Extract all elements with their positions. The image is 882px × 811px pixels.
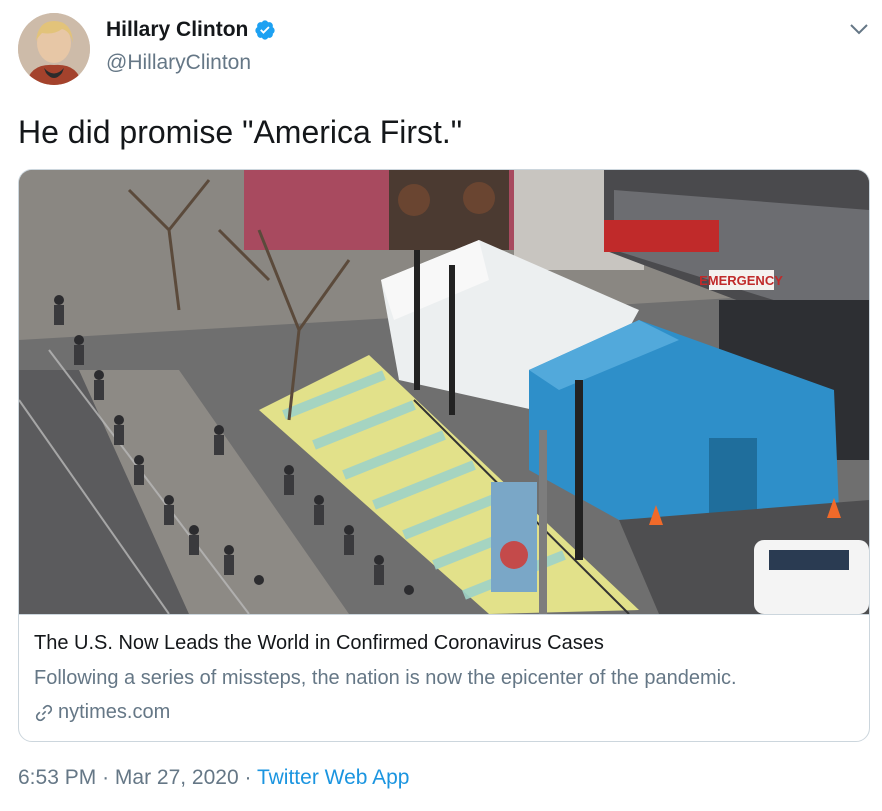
card-image: EMERGENCY [19,170,869,614]
source-app-link[interactable]: Twitter Web App [257,766,410,789]
link-icon [35,704,53,721]
chevron-down-icon[interactable] [846,16,872,42]
tweet-text: He did promise "America First." [18,114,463,150]
verified-badge-icon [255,20,275,40]
avatar[interactable] [18,13,90,85]
card-description: Following a series of missteps, the nati… [34,667,737,689]
avatar-portrait [18,13,90,85]
card-domain-row: nytimes.com [34,701,170,724]
card-title: The U.S. Now Leads the World in Confirme… [34,632,604,654]
tweet-time[interactable]: 6:53 PM [18,766,96,789]
tweet-date[interactable]: Mar 27, 2020 [115,766,239,789]
card-domain: nytimes.com [58,701,171,723]
link-card[interactable]: EMERGENCY The U.S. Now Leads the World i… [18,169,870,742]
author-name-row: Hillary Clinton [106,18,276,42]
meta-separator: · [102,766,110,789]
author-name[interactable]: Hillary Clinton [106,18,248,42]
author-handle[interactable]: @HillaryClinton [106,51,251,75]
tweet-meta: 6:53 PM · Mar 27, 2020 · Twitter Web App [18,766,410,790]
card-body: The U.S. Now Leads the World in Confirme… [19,614,869,741]
emergency-sign: EMERGENCY [699,273,783,288]
meta-separator: · [244,766,252,789]
